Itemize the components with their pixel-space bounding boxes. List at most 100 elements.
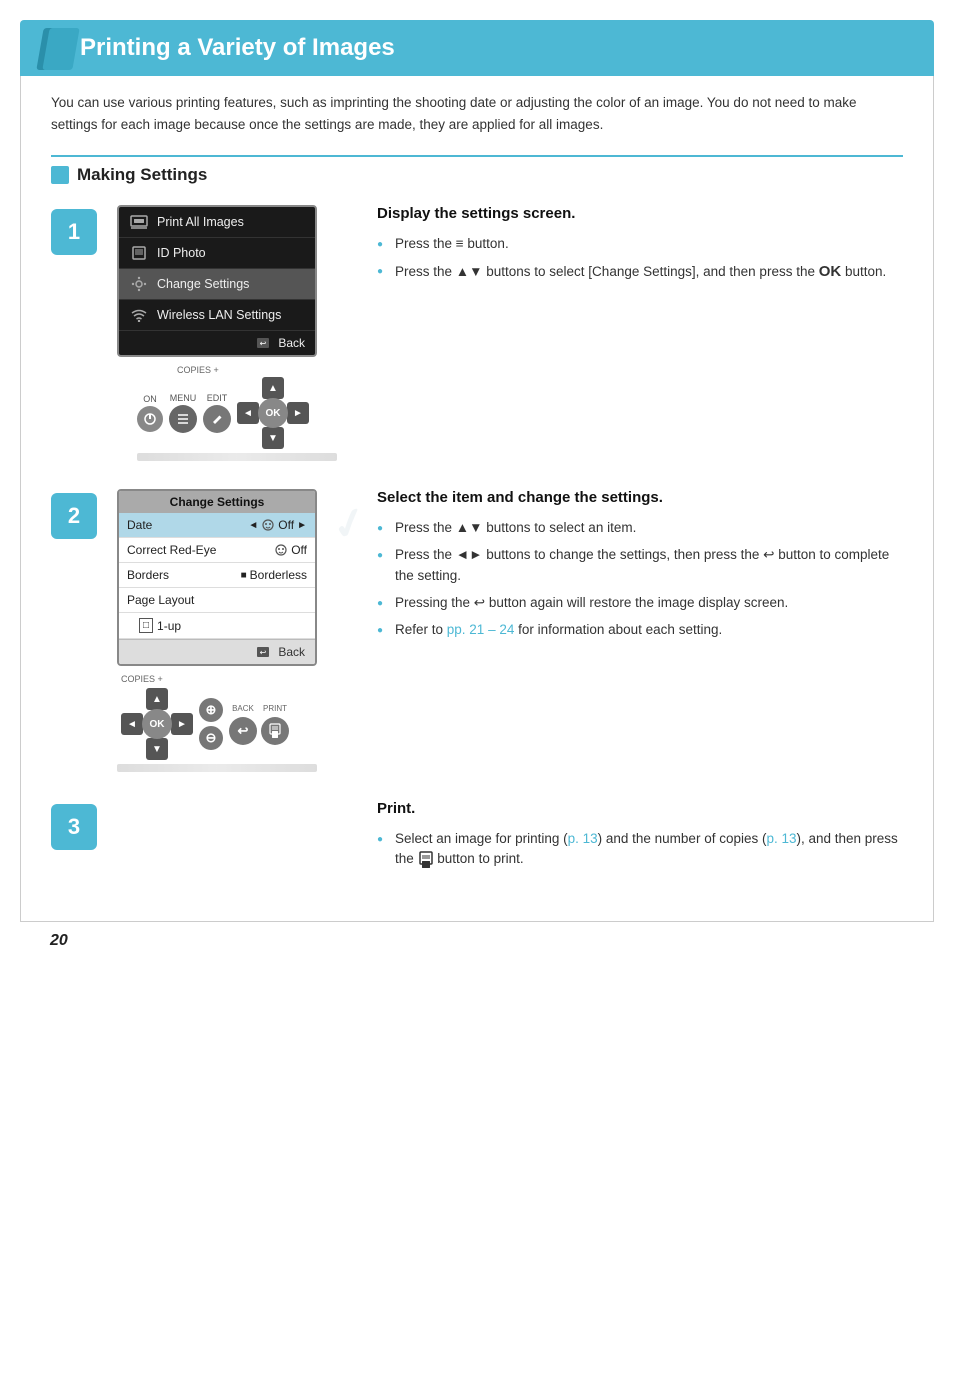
step-3-bullets: Select an image for printing (p. 13) and… bbox=[377, 829, 903, 870]
back-label-2: Back bbox=[278, 645, 305, 659]
svg-text:↩: ↩ bbox=[260, 648, 267, 657]
dpad-up-2[interactable]: ▲ bbox=[146, 688, 168, 710]
date-off: Off bbox=[278, 518, 294, 532]
red-eye-value: Off bbox=[274, 543, 307, 557]
id-photo-icon bbox=[129, 245, 149, 261]
dpad-right-2[interactable]: ► bbox=[171, 713, 193, 735]
date-value: ◄ Off ► bbox=[248, 518, 307, 532]
edit-button[interactable] bbox=[203, 405, 231, 433]
step-2-bullet-3: Pressing the ↩ button again will restore… bbox=[377, 593, 903, 613]
step-1-title: Display the settings screen. bbox=[377, 205, 903, 222]
copies-label-2: COPIES + bbox=[121, 674, 163, 684]
back-label-1: Back bbox=[278, 336, 305, 350]
section-icon bbox=[51, 166, 69, 184]
1up-checkbox: □ bbox=[139, 618, 153, 633]
menu-label-change-settings: Change Settings bbox=[157, 277, 249, 291]
back-print-group: BACK PRINT ↩ bbox=[229, 704, 289, 745]
menu-item-id-photo: ID Photo bbox=[119, 238, 315, 269]
menu-item-print-all: Print All Images bbox=[119, 207, 315, 238]
on-label: ON bbox=[143, 394, 157, 404]
borders-value: ■ Borderless bbox=[241, 568, 307, 582]
watermark: ✓ bbox=[326, 495, 373, 551]
dpad-right-1[interactable]: ► bbox=[287, 402, 309, 424]
red-eye-label: Correct Red-Eye bbox=[127, 543, 216, 557]
svg-text:↩: ↩ bbox=[260, 339, 267, 348]
step-3-title: Print. bbox=[377, 800, 903, 817]
step-2-number: 2 bbox=[51, 493, 97, 539]
dpad-up-1[interactable]: ▲ bbox=[262, 377, 284, 399]
menu-back-1: ↩ Back bbox=[119, 331, 315, 355]
step-2-visual: ✓ Change Settings Date ◄ Off ► C bbox=[117, 489, 357, 772]
step-1-bullets: Press the ≡ button. Press the ▲▼ buttons… bbox=[377, 234, 903, 284]
step-2-bullets: Press the ▲▼ buttons to select an item. … bbox=[377, 518, 903, 640]
back-button-2[interactable]: ↩ bbox=[229, 717, 257, 745]
back-print-label-row: BACK PRINT bbox=[229, 704, 289, 713]
1up-label: 1-up bbox=[157, 619, 181, 633]
dpad-left-2[interactable]: ◄ bbox=[121, 713, 143, 735]
step-1-bullet-2: Press the ▲▼ buttons to select [Change S… bbox=[377, 261, 903, 284]
menu-item-wireless: Wireless LAN Settings bbox=[119, 300, 315, 331]
step-1-row: 1 Print All Images bbox=[51, 205, 903, 461]
page-header: Printing a Variety of Images bbox=[20, 20, 934, 76]
dpad-left-1[interactable]: ◄ bbox=[237, 402, 259, 424]
dpad-down-2[interactable]: ▼ bbox=[146, 738, 168, 760]
menu-label-wireless: Wireless LAN Settings bbox=[157, 308, 281, 322]
edit-btn-group: EDIT bbox=[203, 393, 231, 433]
borders-label: Borders bbox=[127, 568, 169, 582]
step-2-bullet-1: Press the ▲▼ buttons to select an item. bbox=[377, 518, 903, 538]
menu-label-id-photo: ID Photo bbox=[157, 246, 206, 260]
menu-label: MENU bbox=[170, 393, 197, 403]
step-3-bullet-1: Select an image for printing (p. 13) and… bbox=[377, 829, 903, 870]
menu-label-print-all: Print All Images bbox=[157, 215, 244, 229]
settings-row-red-eye: Correct Red-Eye Off bbox=[119, 538, 315, 563]
intro-text: You can use various printing features, s… bbox=[51, 92, 903, 135]
menu-button[interactable] bbox=[169, 405, 197, 433]
dpad-2: ▲ ▼ ◄ ► OK bbox=[121, 688, 193, 760]
page-number: 20 bbox=[20, 922, 934, 960]
dpad-1: ▲ ▼ ◄ ► OK bbox=[237, 377, 309, 449]
settings-row-borders: Borders ■ Borderless bbox=[119, 563, 315, 588]
menu-btn-group: MENU bbox=[169, 393, 197, 433]
device-buttons-1: ON MENU EDIT bbox=[117, 377, 357, 449]
step-2-desc: Select the item and change the settings.… bbox=[377, 489, 903, 647]
settings-row-1up: □ 1-up bbox=[119, 613, 315, 639]
zoom-in-button[interactable]: ⊕ bbox=[199, 698, 223, 722]
settings-row-date: Date ◄ Off ► bbox=[119, 513, 315, 538]
step-3-desc: Print. Select an image for printing (p. … bbox=[377, 800, 903, 877]
settings-screen: Change Settings Date ◄ Off ► Correct Red… bbox=[117, 489, 317, 666]
red-eye-off: Off bbox=[291, 543, 307, 557]
device-base-1 bbox=[137, 453, 337, 461]
print-button-2[interactable] bbox=[261, 717, 289, 745]
date-arrow-left: ◄ bbox=[248, 520, 258, 531]
zoom-out-button[interactable]: ⊖ bbox=[199, 726, 223, 750]
step-1-visual: Print All Images ID Photo bbox=[117, 205, 357, 461]
step-2-title: Select the item and change the settings. bbox=[377, 489, 903, 506]
copies-area-2: COPIES + bbox=[117, 674, 357, 686]
step-2-row: 2 ✓ Change Settings Date ◄ Off ► bbox=[51, 489, 903, 772]
watermark-area: ✓ Change Settings Date ◄ Off ► C bbox=[117, 489, 357, 666]
section-title: Making Settings bbox=[77, 165, 207, 185]
device-base-2 bbox=[117, 764, 317, 772]
print-all-icon bbox=[129, 214, 149, 230]
ok-button-2[interactable]: OK bbox=[142, 709, 172, 739]
page-content: You can use various printing features, s… bbox=[20, 76, 934, 922]
step-1-desc: Display the settings screen. Press the ≡… bbox=[377, 205, 903, 291]
back-print-btns: ↩ bbox=[229, 717, 289, 745]
borders-borderless: Borderless bbox=[250, 568, 307, 582]
dpad-down-1[interactable]: ▼ bbox=[262, 427, 284, 449]
print-btn-label: PRINT bbox=[261, 704, 289, 713]
menu-item-change-settings: Change Settings bbox=[119, 269, 315, 300]
page-title: Printing a Variety of Images bbox=[80, 34, 904, 62]
step-2-bullet-4: Refer to pp. 21 – 24 for information abo… bbox=[377, 620, 903, 640]
step-3-row: 3 Print. Select an image for printing (p… bbox=[51, 800, 903, 877]
date-label: Date bbox=[127, 518, 152, 532]
power-button[interactable] bbox=[137, 406, 163, 432]
settings-row-layout: Page Layout bbox=[119, 588, 315, 613]
change-settings-icon bbox=[129, 276, 149, 292]
section-header: Making Settings bbox=[51, 155, 903, 185]
ok-button-1[interactable]: OK bbox=[258, 398, 288, 428]
on-btn-group: ON bbox=[137, 394, 163, 432]
layout-label: Page Layout bbox=[127, 593, 194, 607]
menu-screen-1: Print All Images ID Photo bbox=[117, 205, 317, 357]
step-3-number: 3 bbox=[51, 804, 97, 850]
